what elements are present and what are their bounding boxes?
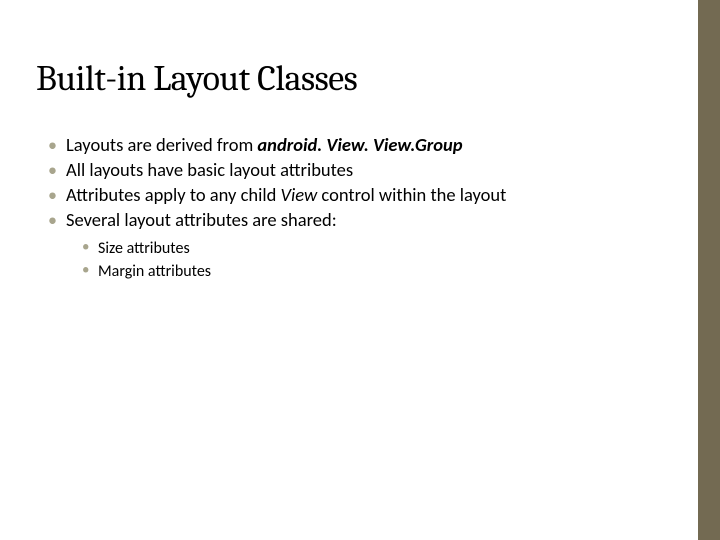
text: control within the layout [317,183,506,206]
class-name: View [281,183,318,206]
list-item: Margin attributes [80,260,680,283]
list-item: Layouts are derived from android. View. … [46,133,680,158]
text: Several layout attributes are shared: [66,208,337,231]
text: Attributes apply to any child [66,183,281,206]
slide-title: Built-in Layout Classes [36,58,680,99]
text: Size attributes [98,239,190,258]
list-item: Several layout attributes are shared: [46,208,680,233]
list-item: All layouts have basic layout attributes [46,158,680,183]
text: Layouts are derived from [66,133,257,156]
sub-bullet-list: Size attributes Margin attributes [80,237,680,283]
text: Margin attributes [98,262,211,281]
class-name: android. View. View.Group [257,133,462,156]
list-item: Size attributes [80,237,680,260]
bullet-list: Layouts are derived from android. View. … [46,133,680,233]
text: All layouts have basic layout attributes [66,158,353,181]
side-accent-bar [698,0,720,540]
list-item: Attributes apply to any child View contr… [46,183,680,208]
slide-content: Built-in Layout Classes Layouts are deri… [0,0,720,283]
